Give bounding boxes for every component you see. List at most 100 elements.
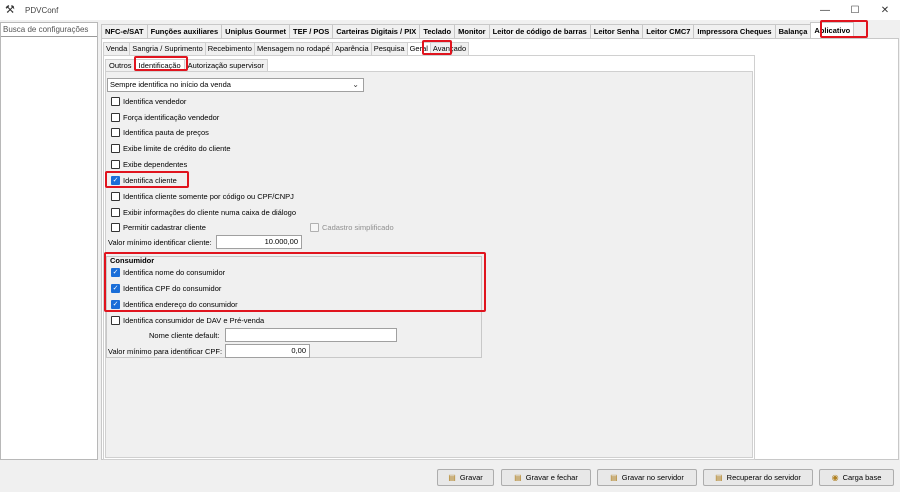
checkbox-box[interactable] (111, 143, 120, 153)
checkbox-box[interactable] (111, 159, 120, 169)
consumidor-group-title: Consumidor (110, 256, 155, 265)
identification-mode-select[interactable]: Sempre identifica no início da venda ⌄ (107, 78, 364, 92)
title-bar: ⚒ PDVConf — ☐ ✕ (0, 0, 900, 20)
tab-pesquisa[interactable]: Pesquisa (370, 42, 408, 55)
checkbox-box[interactable] (111, 112, 120, 122)
sub-tab-bar: Venda Sangria / Suprimento Recebimento M… (103, 42, 470, 55)
tab-teclado[interactable]: Teclado (419, 24, 456, 38)
recuperar-servidor-button[interactable]: ▤ Recuperar do servidor (703, 469, 813, 486)
checkbox-identifica-pauta-precos[interactable]: Identifica pauta de preços (111, 126, 209, 138)
checkbox-identifica-consumidor-dav[interactable]: Identifica consumidor de DAV e Pré-venda (111, 314, 264, 326)
valor-minimo-cpf-label: Valor mínimo para identificar CPF: (108, 347, 223, 356)
checkbox-identifica-vendedor[interactable]: Identifica vendedor (111, 95, 186, 107)
save-icon: ▤ (448, 473, 456, 482)
checkbox-identifica-nome-consumidor[interactable]: ✓ Identifica nome do consumidor (111, 266, 225, 278)
tab-monitor[interactable]: Monitor (454, 24, 490, 38)
gravar-fechar-button[interactable]: ▤ Gravar e fechar (501, 469, 591, 486)
valor-minimo-cliente-input[interactable]: 10.000,00 (216, 235, 302, 249)
checkbox-label: Identifica pauta de preços (123, 127, 209, 137)
check-icon[interactable]: ✓ (111, 299, 120, 309)
checkbox-label: Exibe dependentes (123, 159, 188, 169)
gravar-fechar-label: Gravar e fechar (525, 473, 578, 482)
checkbox-box[interactable] (111, 315, 120, 325)
valor-minimo-cpf-input[interactable]: 0,00 (225, 344, 310, 358)
tab-carteiras-digitais[interactable]: Carteiras Digitais / PIX (332, 24, 421, 38)
checkbox-label: Identifica vendedor (123, 96, 187, 106)
checkbox-exibir-info-cliente[interactable]: Exibir informações do cliente numa caixa… (111, 206, 296, 218)
checkbox-box (310, 222, 319, 232)
tab-venda[interactable]: Venda (103, 42, 131, 55)
minimize-button[interactable]: — (810, 0, 840, 20)
checkbox-box[interactable] (111, 222, 120, 232)
checkbox-label: Identifica cliente (123, 175, 177, 185)
tab-leitor-senha[interactable]: Leitor Senha (589, 24, 644, 38)
nome-cliente-default-label: Nome cliente default: (149, 331, 220, 340)
inner-tab-bar: Outros Identificação Autorização supervi… (105, 59, 268, 71)
tab-aparencia[interactable]: Aparência (331, 42, 372, 55)
checkbox-box[interactable] (111, 96, 120, 106)
tab-geral[interactable]: Geral (406, 42, 431, 55)
nome-cliente-default-input[interactable] (225, 328, 397, 342)
checkbox-label: Identifica CPF do consumidor (123, 283, 222, 293)
tab-tef-pos[interactable]: TEF / POS (289, 24, 334, 38)
close-button[interactable]: ✕ (870, 0, 900, 20)
window-title: PDVConf (25, 5, 59, 15)
tab-impressora-cheques[interactable]: Impressora Cheques (693, 24, 776, 38)
checkbox-exibe-dependentes[interactable]: Exibe dependentes (111, 158, 187, 170)
restore-icon: ▤ (715, 473, 723, 482)
check-icon[interactable]: ✓ (111, 267, 120, 277)
tools-icon: ⚒ (5, 4, 15, 16)
save-icon: ▤ (610, 473, 618, 482)
chevron-down-icon: ⌄ (352, 80, 359, 89)
settings-tree-panel[interactable] (0, 22, 98, 460)
top-tab-bar: NFC-e/SAT Funções auxiliares Uniplus Gou… (101, 22, 855, 38)
tab-aplicativo[interactable]: Aplicativo (810, 22, 855, 38)
refresh-icon: ◉ (831, 473, 839, 482)
checkbox-label: Exibe limite de crédito do cliente (123, 143, 231, 153)
search-input[interactable] (1, 23, 97, 37)
checkbox-cliente-codigo-cpf[interactable]: Identifica cliente somente por código ou… (111, 190, 294, 202)
checkbox-permitir-cadastrar-cliente[interactable]: Permitir cadastrar cliente (111, 221, 206, 233)
checkbox-box[interactable] (111, 127, 120, 137)
checkbox-identifica-endereco-consumidor[interactable]: ✓ Identifica endereço do consumidor (111, 298, 238, 310)
tab-nfce-sat[interactable]: NFC-e/SAT (101, 24, 148, 38)
tab-sangria-suprimento[interactable]: Sangria / Suprimento (129, 42, 206, 55)
checkbox-label: Identifica cliente somente por código ou… (123, 191, 294, 201)
checkbox-identifica-cliente[interactable]: ✓ Identifica cliente (111, 174, 177, 186)
checkbox-exibe-limite-credito[interactable]: Exibe limite de crédito do cliente (111, 142, 231, 154)
valor-minimo-cliente-label: Valor mínimo identificar cliente: (108, 238, 212, 247)
tab-leitor-cmc7[interactable]: Leitor CMC7 (642, 24, 695, 38)
gravar-button[interactable]: ▤ Gravar (437, 469, 494, 486)
tab-avancado[interactable]: Avançado (429, 42, 470, 55)
checkbox-label: Cadastro simplificado (322, 222, 394, 232)
check-icon[interactable]: ✓ (111, 283, 120, 293)
tab-leitor-codigo-barras[interactable]: Leitor de código de barras (488, 24, 591, 38)
tab-outros[interactable]: Outros (105, 59, 136, 71)
checkbox-label: Exibir informações do cliente numa caixa… (123, 207, 297, 217)
tab-funcoes-auxiliares[interactable]: Funções auxiliares (146, 24, 223, 38)
checkbox-box[interactable] (111, 207, 120, 217)
tab-autorizacao-supervisor[interactable]: Autorização supervisor (183, 59, 268, 71)
carga-base-label: Carga base (842, 473, 882, 482)
select-value: Sempre identifica no início da venda (110, 80, 231, 89)
checkbox-label: Força identificação vendedor (123, 112, 220, 122)
gravar-servidor-button[interactable]: ▤ Gravar no servidor (597, 469, 697, 486)
tab-recebimento[interactable]: Recebimento (204, 42, 255, 55)
gravar-label: Gravar (459, 473, 483, 482)
carga-base-button[interactable]: ◉ Carga base (819, 469, 894, 486)
save-icon: ▤ (514, 473, 522, 482)
tab-uniplus-gourmet[interactable]: Uniplus Gourmet (221, 24, 290, 38)
checkbox-label: Identifica nome do consumidor (123, 267, 226, 277)
tab-balanca[interactable]: Balança (774, 24, 812, 38)
checkbox-box[interactable] (111, 191, 120, 201)
tab-mensagem-rodape[interactable]: Mensagem no rodapé (253, 42, 333, 55)
tab-identificacao[interactable]: Identificação (134, 59, 185, 71)
checkbox-label: Permitir cadastrar cliente (123, 222, 206, 232)
recuperar-servidor-label: Recuperar do servidor (726, 473, 801, 482)
check-icon[interactable]: ✓ (111, 175, 120, 185)
checkbox-forca-identificacao-vendedor[interactable]: Força identificação vendedor (111, 111, 219, 123)
checkbox-identifica-cpf-consumidor[interactable]: ✓ Identifica CPF do consumidor (111, 282, 221, 294)
maximize-button[interactable]: ☐ (840, 0, 870, 20)
checkbox-label: Identifica consumidor de DAV e Pré-venda (123, 315, 265, 325)
checkbox-cadastro-simplificado: Cadastro simplificado (310, 221, 394, 233)
